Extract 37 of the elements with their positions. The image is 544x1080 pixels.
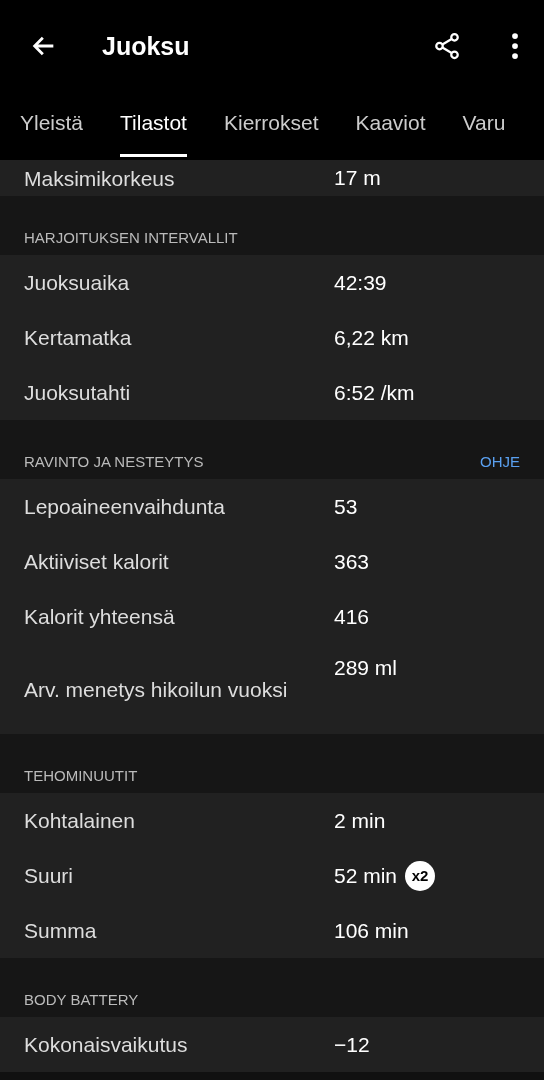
stat-value: −12 (334, 1032, 370, 1057)
stat-label: Arv. menetys hikoilun vuoksi (24, 676, 289, 703)
stat-label: Summa (24, 918, 98, 944)
stat-value: 363 (334, 549, 370, 574)
stat-value: 289 ml (334, 656, 398, 680)
tab[interactable]: Tilastot (120, 92, 187, 157)
stat-label: Suuri (24, 863, 75, 889)
stat-value: 52 min (334, 863, 398, 888)
stat-label: Maksimikorkeus (24, 165, 176, 192)
stat-label: Juoksuaika (24, 270, 131, 296)
section-title: BODY BATTERY (24, 991, 139, 1008)
stat-label: Kohtalainen (24, 808, 136, 834)
section-title: HARJOITUKSEN INTERVALLIT (24, 229, 238, 246)
stat-value: 2 min (334, 808, 386, 833)
stat-label: Kertamatka (24, 325, 133, 351)
section-title: RAVINTO JA NESTEYTYS (24, 453, 204, 470)
stat-value: 53 (334, 494, 358, 519)
stat-value: 42:39 (334, 270, 387, 295)
stat-value: 106 min (334, 918, 409, 943)
multiplier-badge: x2 (405, 860, 436, 891)
stat-label: Juoksutahti (24, 380, 132, 406)
section-title: TEHOMINUUTIT (24, 767, 138, 784)
stat-value: 6:52 /km (334, 380, 415, 405)
stat-value: 6,22 km (334, 325, 409, 350)
tab[interactable]: Yleistä (20, 92, 84, 157)
stat-label: Aktiiviset kalorit (24, 549, 170, 575)
more-icon[interactable] (510, 31, 520, 61)
stat-value: 17 m (334, 166, 381, 190)
stat-label: Lepoaineenvaihdunta (24, 494, 226, 520)
tab[interactable]: Kierrokset (223, 92, 319, 157)
help-link[interactable]: OHJE (480, 453, 520, 470)
tab[interactable]: Kaaviot (355, 92, 426, 157)
stat-label: Kalorit yhteensä (24, 604, 176, 630)
page-title: Juoksu (102, 31, 191, 61)
stat-value: 416 (334, 604, 370, 629)
tab[interactable]: Varu (462, 92, 506, 157)
stat-label: Kokonaisvaikutus (24, 1032, 189, 1058)
